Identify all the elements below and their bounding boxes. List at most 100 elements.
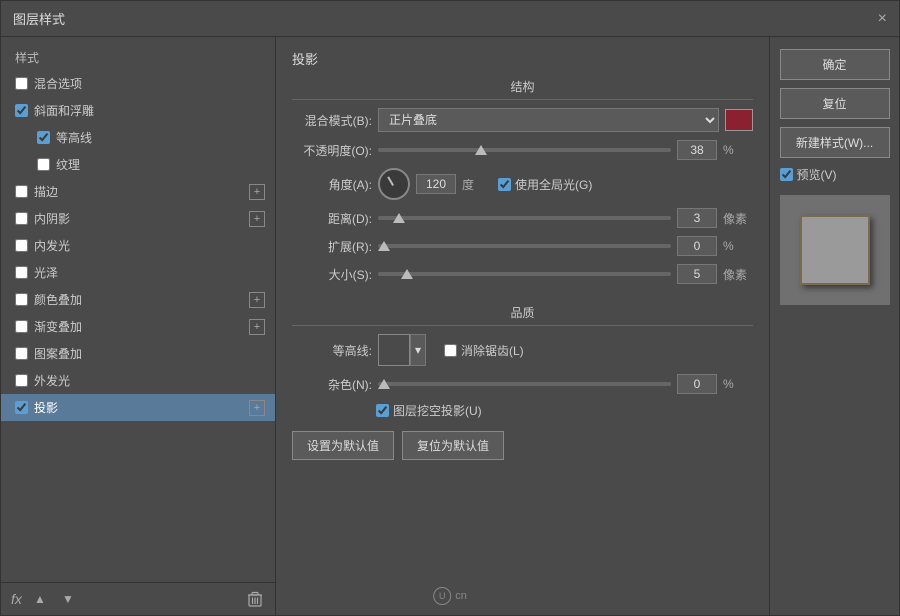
watermark-logo: U [433,587,451,605]
move-up-button[interactable]: ▲ [30,589,50,609]
gradient-overlay-checkbox[interactable] [15,320,28,333]
drop-shadow-add-icon[interactable]: + [249,400,265,416]
sidebar-item-outer-glow[interactable]: 外发光 [1,367,275,394]
angle-dial[interactable] [378,168,410,200]
outer-glow-checkbox[interactable] [15,374,28,387]
preview-canvas [780,195,890,305]
blending-label: 混合选项 [34,75,265,92]
blend-mode-select[interactable]: 正片叠底 正常 溶解 [378,108,719,132]
stroke-checkbox[interactable] [15,185,28,198]
angle-input[interactable] [416,174,456,194]
stroke-add-icon[interactable]: + [249,184,265,200]
contour-checkbox[interactable] [37,131,50,144]
drop-shadow-checkbox[interactable] [15,401,28,414]
sidebar-item-color-overlay[interactable]: 颜色叠加 + [1,286,275,313]
contour-row: 等高线: ▾ 消除锯齿(L) [292,334,753,366]
size-input[interactable] [677,264,717,284]
sidebar-item-bevel[interactable]: 斜面和浮雕 [1,97,275,124]
spread-label: 扩展(R): [292,238,372,255]
inner-glow-checkbox[interactable] [15,239,28,252]
watermark-text: cn [455,590,467,602]
dialog-title: 图层样式 [13,9,65,28]
sidebar-item-inner-shadow[interactable]: 内阴影 + [1,205,275,232]
distance-row: 距离(D): 像素 [292,208,753,228]
fx-label: fx [11,591,22,607]
spread-input[interactable] [677,236,717,256]
spread-row: 扩展(R): % [292,236,753,256]
noise-row: 杂色(N): % [292,374,753,394]
sidebar-item-pattern-overlay[interactable]: 图案叠加 [1,340,275,367]
gradient-overlay-add-icon[interactable]: + [249,319,265,335]
sidebar-item-blending[interactable]: 混合选项 [1,70,275,97]
angle-row: 角度(A): 度 使用全局光(G) [292,168,753,200]
new-style-button[interactable]: 新建样式(W)... [780,127,890,158]
color-swatch[interactable] [725,109,753,131]
opacity-row: 不透明度(O): % [292,140,753,160]
opacity-label: 不透明度(O): [292,142,372,159]
reset-default-button[interactable]: 复位为默认值 [402,431,504,460]
sidebar-item-texture[interactable]: 纹理 [1,151,275,178]
bevel-checkbox[interactable] [15,104,28,117]
inner-shadow-checkbox[interactable] [15,212,28,225]
color-overlay-checkbox[interactable] [15,293,28,306]
global-light-label[interactable]: 使用全局光(G) [498,176,592,193]
close-button[interactable]: × [878,11,887,27]
structure-title: 结构 [292,78,753,100]
pattern-overlay-checkbox[interactable] [15,347,28,360]
sidebar-item-satin[interactable]: 光泽 [1,259,275,286]
texture-checkbox[interactable] [37,158,50,171]
delete-style-button[interactable] [245,589,265,609]
preview-label[interactable]: 预览(V) [780,166,890,183]
confirm-button[interactable]: 确定 [780,49,890,80]
color-overlay-add-icon[interactable]: + [249,292,265,308]
noise-input[interactable] [677,374,717,394]
anti-alias-label[interactable]: 消除锯齿(L) [444,342,524,359]
sidebar-item-drop-shadow[interactable]: 投影 + [1,394,275,421]
opacity-thumb[interactable] [475,145,487,155]
gradient-overlay-label: 渐变叠加 [34,318,249,335]
blending-checkbox[interactable] [15,77,28,90]
opacity-input[interactable] [677,140,717,160]
distance-thumb[interactable] [393,213,405,223]
color-overlay-label: 颜色叠加 [34,291,249,308]
sidebar-item-inner-glow[interactable]: 内发光 [1,232,275,259]
satin-checkbox[interactable] [15,266,28,279]
preview-checkbox[interactable] [780,168,793,181]
move-down-button[interactable]: ▼ [58,589,78,609]
sidebar-item-stroke[interactable]: 描边 + [1,178,275,205]
contour-select-wrap: ▾ [378,334,426,366]
set-default-button[interactable]: 设置为默认值 [292,431,394,460]
reset-button[interactable]: 复位 [780,88,890,119]
section-title: 投影 [292,49,753,68]
layer-style-dialog: 图层样式 × 样式 混合选项 斜面和浮雕 等高线 [0,0,900,616]
quality-title: 品质 [292,304,753,326]
satin-label: 光泽 [34,264,265,281]
quality-section: 品质 等高线: ▾ 消除锯齿(L) 杂色(N): [292,304,753,460]
contour-dropdown-arrow[interactable]: ▾ [410,334,426,366]
drop-shadow-label: 投影 [34,399,249,416]
distance-unit: 像素 [723,210,753,227]
distance-input[interactable] [677,208,717,228]
sidebar-item-contour[interactable]: 等高线 [1,124,275,151]
layer-knockout-checkbox[interactable] [376,404,389,417]
spread-thumb[interactable] [378,241,390,251]
size-label: 大小(S): [292,266,372,283]
contour-thumbnail[interactable] [378,334,410,366]
title-bar: 图层样式 × [1,1,899,37]
distance-slider[interactable] [378,216,671,220]
anti-alias-checkbox[interactable] [444,344,457,357]
layer-knockout-label[interactable]: 图层挖空投影(U) [376,402,482,419]
right-panel: 确定 复位 新建样式(W)... 预览(V) [769,37,899,615]
sidebar-item-gradient-overlay[interactable]: 渐变叠加 + [1,313,275,340]
layer-knockout-row: 图层挖空投影(U) [292,402,753,419]
noise-slider[interactable] [378,382,671,386]
spread-slider[interactable] [378,244,671,248]
contour-label-text: 等高线: [292,342,372,359]
noise-thumb[interactable] [378,379,390,389]
inner-shadow-add-icon[interactable]: + [249,211,265,227]
size-slider[interactable] [378,272,671,276]
global-light-checkbox[interactable] [498,178,511,191]
opacity-slider[interactable] [378,148,671,152]
size-thumb[interactable] [401,269,413,279]
preview-text: 预览(V) [797,166,837,183]
